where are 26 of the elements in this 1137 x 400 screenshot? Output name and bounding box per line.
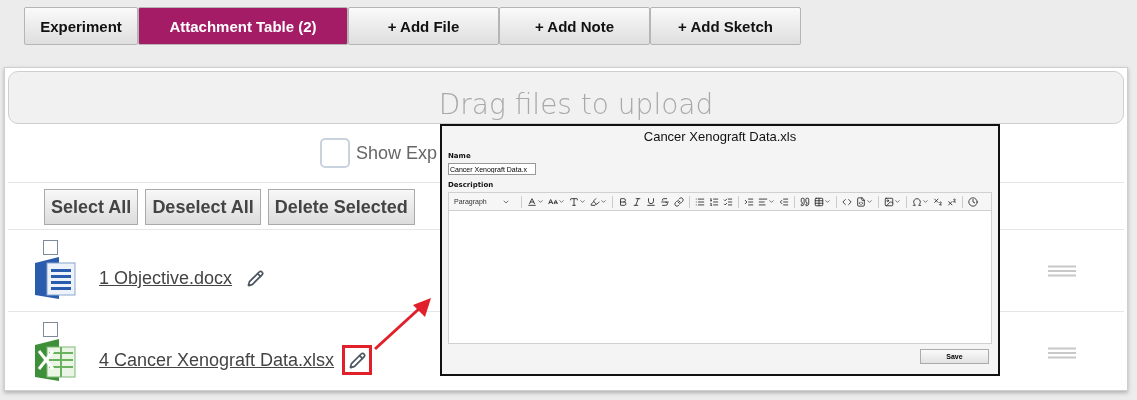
checkbox[interactable]	[320, 138, 350, 168]
file-link[interactable]: 4 Cancer Xenograft Data.xlsx	[99, 349, 335, 371]
tab[interactable]: Experiment	[24, 7, 138, 45]
checkbox-label: Show Exp	[356, 142, 438, 164]
document-icon	[33, 255, 79, 301]
drag-handle-icon[interactable]	[1048, 346, 1076, 359]
spreadsheet-icon	[33, 337, 79, 383]
drop-zone-text: Drag files to upload	[438, 87, 714, 122]
source-icon[interactable]	[855, 194, 874, 209]
tab[interactable]: Attachment Table (2)	[138, 7, 348, 45]
clock-icon[interactable]	[967, 194, 979, 209]
action-button[interactable]: Select All	[44, 189, 139, 225]
link-icon[interactable]	[673, 194, 685, 209]
action-button[interactable]: Deselect All	[145, 189, 261, 225]
callout-arrow	[373, 295, 433, 351]
dialog-title: Cancer Xenograft Data.xls	[642, 129, 798, 144]
pencil-icon[interactable]	[246, 269, 264, 287]
action-button[interactable]: Delete Selected	[267, 189, 415, 225]
checkbox[interactable]	[43, 322, 58, 337]
pencil-icon[interactable]	[348, 351, 366, 369]
checkbox[interactable]	[43, 240, 58, 255]
tab[interactable]: + Add Note	[499, 7, 650, 45]
file-link[interactable]: 1 Objective.docx	[99, 267, 233, 289]
tab[interactable]: + Add Sketch	[650, 7, 801, 45]
tab[interactable]: + Add File	[348, 7, 499, 45]
drag-handle-icon[interactable]	[1048, 264, 1076, 277]
